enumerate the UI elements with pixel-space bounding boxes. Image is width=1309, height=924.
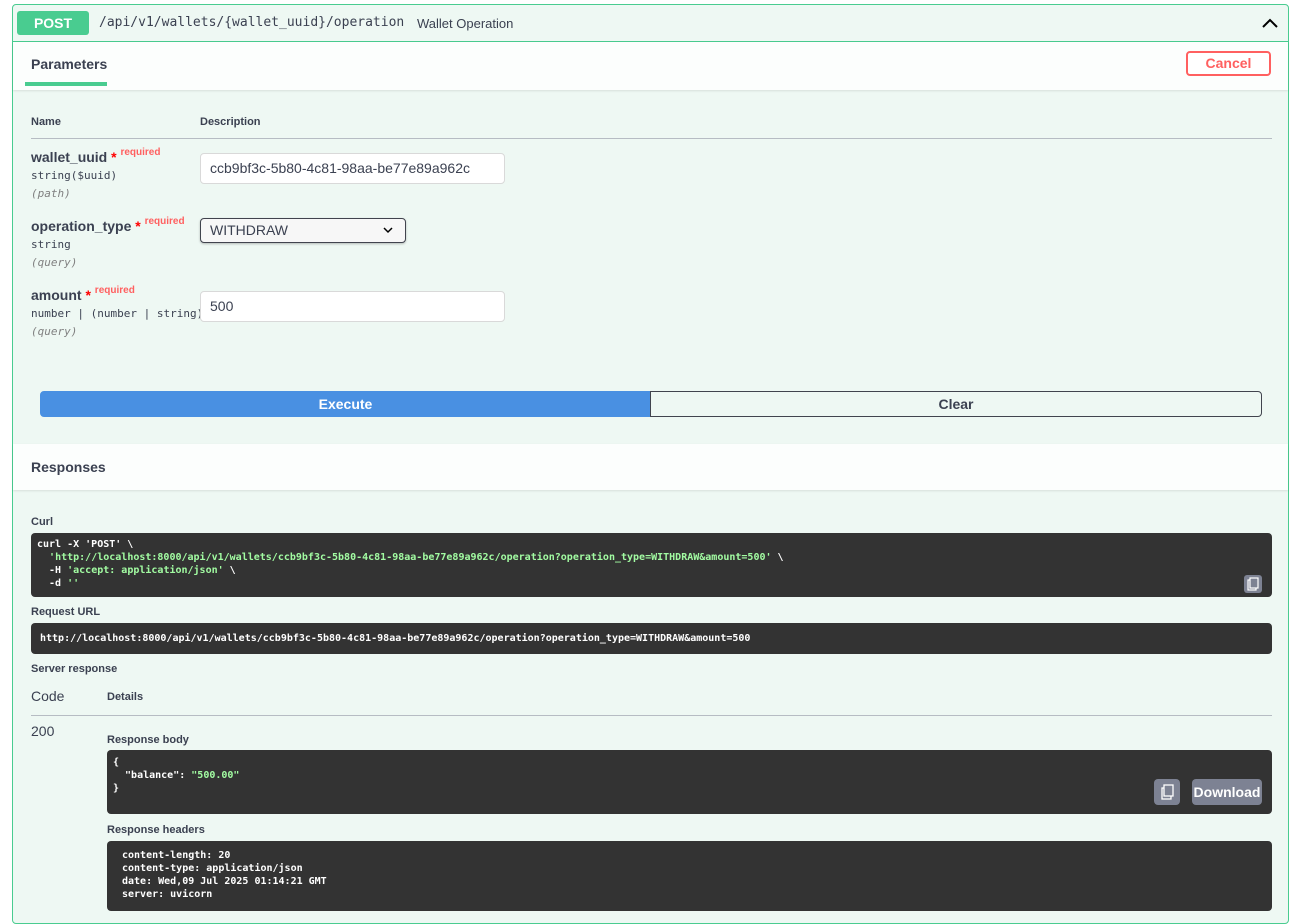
header-line: content-type: application/json — [122, 863, 303, 874]
curl-code-block[interactable]: curl -X 'POST' \ 'http://localhost:8000/… — [31, 533, 1272, 597]
curl-url: 'http://localhost:8000/api/v1/wallets/cc… — [49, 552, 772, 563]
json-value: "500.00" — [191, 770, 240, 781]
curl-label: Curl — [31, 516, 53, 528]
param-name-operation-type: operation_type * required — [31, 216, 185, 234]
wallet-uuid-input[interactable]: ccb9bf3c-5b80-4c81-98aa-be77e89a962c — [200, 153, 505, 184]
curl-line: curl -X 'POST' \ — [37, 539, 134, 550]
param-type: string($uuid) — [31, 169, 118, 182]
json-brace: { — [113, 757, 120, 768]
response-body-label: Response body — [107, 734, 189, 746]
param-type: string — [31, 238, 71, 251]
json-brace: } — [113, 783, 120, 794]
required-star: * — [111, 149, 117, 165]
operation-summary-text: Wallet Operation — [417, 16, 514, 31]
required-label: required — [120, 147, 161, 158]
json-key: "balance": — [113, 770, 192, 781]
param-location: (query) — [31, 256, 78, 269]
server-response-label: Server response — [31, 663, 118, 675]
required-label: required — [94, 285, 135, 296]
copy-icon[interactable] — [1244, 575, 1262, 593]
curl-flag: -d — [37, 578, 68, 589]
details-column-header: Details — [107, 691, 144, 703]
execute-button[interactable]: Execute — [40, 391, 651, 417]
header-line: content-length: 20 — [122, 850, 231, 861]
response-headers-block[interactable]: content-length: 20 content-type: applica… — [107, 841, 1272, 911]
required-star: * — [85, 287, 91, 303]
curl-data-value: '' — [67, 578, 80, 589]
responses-title: Responses — [31, 459, 106, 475]
header-line: date: Wed,09 Jul 2025 01:14:21 GMT — [122, 876, 327, 887]
operation-summary[interactable]: POST /api/v1/wallets/{wallet_uuid}/opera… — [13, 5, 1288, 42]
response-table-divider — [31, 715, 1272, 716]
download-button[interactable]: Download — [1192, 779, 1262, 805]
description-column-header: Description — [200, 116, 261, 128]
required-label: required — [144, 216, 185, 227]
copy-response-button[interactable] — [1154, 779, 1180, 805]
copy-icon — [1161, 784, 1174, 800]
execute-button-group: Execute Clear — [40, 391, 1263, 417]
parameters-header: Parameters Cancel — [13, 42, 1288, 90]
operation-path: /api/v1/wallets/{wallet_uuid}/operation — [99, 15, 405, 30]
param-name-label: wallet_uuid — [31, 149, 108, 165]
name-column-header: Name — [31, 116, 61, 128]
param-name-wallet-uuid: wallet_uuid * required — [31, 147, 161, 165]
param-name-label: amount — [31, 287, 82, 303]
cancel-button[interactable]: Cancel — [1186, 51, 1271, 76]
tab-active-underline — [25, 82, 107, 86]
param-name-amount: amount * required — [31, 285, 135, 303]
response-body-block[interactable]: { "balance": "500.00" } — [107, 750, 1272, 814]
operation-block: POST /api/v1/wallets/{wallet_uuid}/opera… — [12, 4, 1289, 924]
chevron-up-icon[interactable] — [1260, 13, 1280, 33]
param-type: number | (number | string) — [31, 307, 204, 320]
param-name-label: operation_type — [31, 218, 132, 234]
curl-flag: -H — [37, 565, 68, 576]
request-url-block[interactable]: http://localhost:8000/api/v1/wallets/ccb… — [31, 623, 1272, 654]
header-line: server: uvicorn — [122, 889, 213, 900]
responses-header: Responses — [13, 444, 1288, 490]
required-star: * — [135, 218, 141, 234]
table-header-divider — [31, 138, 1272, 139]
curl-header-value: 'accept: application/json' — [67, 565, 224, 576]
param-location: (query) — [31, 325, 78, 338]
amount-input[interactable]: 500 — [200, 291, 505, 322]
select-value: WITHDRAW — [210, 222, 289, 238]
curl-line: \ — [223, 565, 236, 576]
request-url-label: Request URL — [31, 606, 101, 618]
curl-line: \ — [771, 552, 784, 563]
response-status-code: 200 — [31, 723, 55, 739]
operation-type-select[interactable]: WITHDRAW — [200, 218, 406, 243]
chevron-down-icon — [383, 227, 393, 234]
clear-button[interactable]: Clear — [650, 391, 1262, 417]
param-location: (path) — [31, 187, 71, 200]
response-headers-label: Response headers — [107, 824, 205, 836]
code-column-header: Code — [31, 688, 65, 704]
method-badge: POST — [17, 11, 89, 35]
tab-parameters[interactable]: Parameters — [31, 56, 107, 72]
